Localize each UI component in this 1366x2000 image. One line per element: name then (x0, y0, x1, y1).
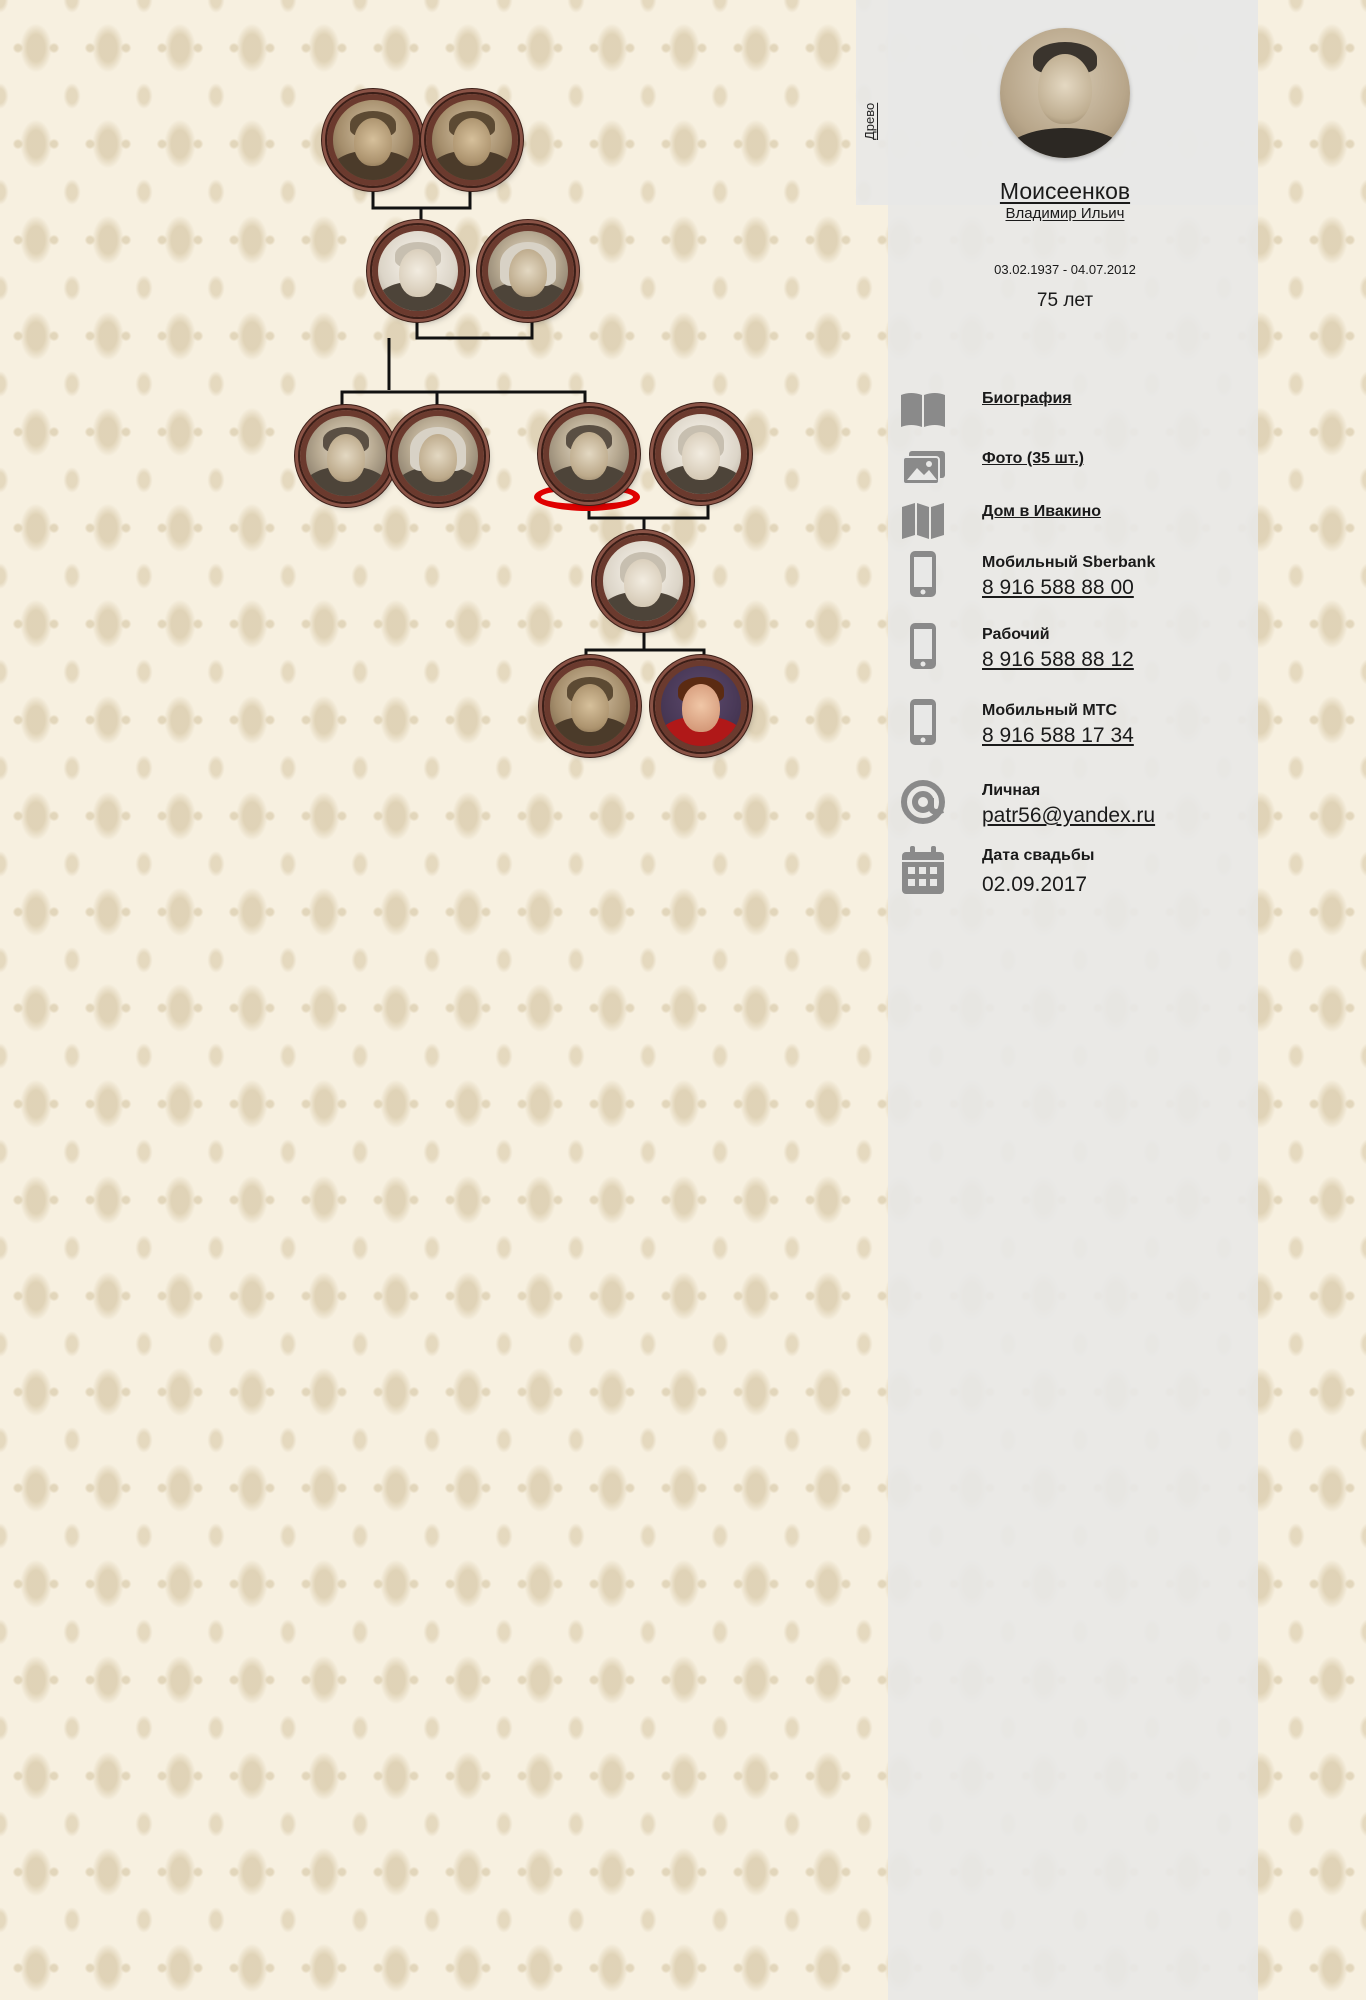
biography-row[interactable]: Биография (896, 383, 1256, 443)
at-sign-icon (896, 776, 950, 828)
mobile-phone-icon (896, 548, 950, 600)
portrait-face (682, 431, 720, 480)
connector-line (371, 185, 472, 210)
photo-gallery-icon (896, 442, 950, 494)
connector-line (584, 625, 646, 665)
wedding-date-value: 02.09.2017 (982, 873, 1088, 896)
profile-life-dates: 03.02.1937 - 04.07.2012 (994, 262, 1136, 277)
phone-number-link[interactable]: 8 916 588 17 34 (982, 724, 1134, 748)
tree-node-person[interactable] (372, 225, 464, 317)
profile-avatar (1000, 28, 1130, 158)
portrait-face (571, 683, 609, 732)
mobile-phone-icon (896, 620, 950, 672)
contact-row: Личная patr56@yandex.ru (896, 776, 1256, 836)
email-link[interactable]: patr56@yandex.ru (982, 804, 1155, 828)
wedding-date-row: Дата свадьбы 02.09.2017 (896, 843, 1256, 903)
tree-node-person[interactable] (655, 660, 747, 752)
portrait-face (509, 248, 547, 297)
portrait-face (327, 433, 365, 482)
tree-node-person[interactable] (327, 94, 419, 186)
profile-last-name[interactable]: Моисеенков (900, 178, 1230, 205)
portrait-face (624, 558, 662, 607)
portrait-shoulders (1005, 128, 1125, 158)
tree-node-person[interactable] (482, 225, 574, 317)
profile-first-middle-name[interactable]: Владимир Ильич (900, 205, 1230, 222)
calendar-icon (896, 845, 950, 897)
tree-tab-link[interactable]: Древо (862, 92, 882, 140)
connector-line (415, 315, 534, 340)
phone-number-link[interactable]: 8 916 588 88 00 (982, 576, 1134, 600)
profile-age: 75 лет (1036, 290, 1094, 311)
tree-node-person[interactable] (392, 410, 484, 502)
tree-node-person[interactable] (655, 408, 747, 500)
photos-row[interactable]: Фото (35 шт.) (896, 442, 1256, 502)
family-tree (0, 0, 860, 2000)
portrait-face (399, 248, 437, 297)
contact-row: Мобильный Sberbank 8 916 588 88 00 (896, 548, 1256, 608)
tree-node-selected-person[interactable] (543, 408, 635, 500)
portrait-face (570, 431, 608, 480)
wedding-date-label: Дата свадьбы (982, 847, 1095, 864)
contact-label: Рабочий (982, 626, 1050, 643)
map-icon (896, 494, 950, 546)
profile-last-name-text[interactable]: Моисеенков (1000, 178, 1130, 204)
connector-line (340, 390, 587, 410)
phone-number-link[interactable]: 8 916 588 88 12 (982, 648, 1134, 672)
portrait-face (419, 433, 457, 482)
tree-node-person[interactable] (597, 535, 689, 627)
contact-label: Мобильный Sberbank (982, 554, 1156, 571)
house-row[interactable]: Дом в Ивакино (896, 494, 1256, 554)
contact-label: Личная (982, 782, 1041, 799)
portrait-face (682, 683, 720, 732)
tree-node-person[interactable] (300, 410, 392, 502)
mobile-phone-icon (896, 696, 950, 748)
tree-node-person[interactable] (544, 660, 636, 752)
tree-node-person[interactable] (426, 94, 518, 186)
house-link[interactable]: Дом в Ивакино (982, 503, 1101, 521)
profile-first-middle-name-text[interactable]: Владимир Ильич (1006, 205, 1125, 222)
photos-link[interactable]: Фото (35 шт.) (982, 450, 1084, 468)
contact-label: Мобильный МТС (982, 702, 1118, 719)
open-book-icon (896, 383, 950, 435)
portrait-face (453, 117, 491, 166)
biography-link[interactable]: Биография (982, 390, 1072, 408)
contact-row: Мобильный МТС 8 916 588 17 34 (896, 696, 1256, 756)
portrait-face (1038, 54, 1092, 124)
contact-row: Рабочий 8 916 588 88 12 (896, 620, 1256, 680)
portrait-face (354, 117, 392, 166)
